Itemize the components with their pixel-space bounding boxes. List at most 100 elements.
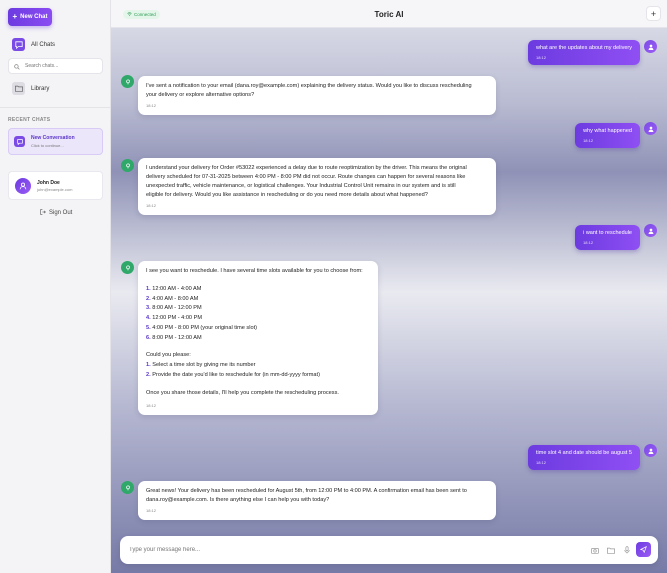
send-icon	[640, 546, 647, 553]
time-slot-option: 3. 8:00 AM - 12:00 PM	[146, 304, 370, 314]
message-time: 18:12	[535, 55, 546, 60]
slot-number: 6.	[146, 334, 151, 341]
message-time: 18:12	[535, 460, 546, 465]
slot-number: 1.	[146, 285, 151, 292]
instruction-step: 1. Select a time slot by giving me its n…	[146, 361, 370, 371]
message-text: what are the updates about my delivery	[535, 45, 632, 51]
user-email: john@example.com	[37, 186, 73, 192]
message-text: time slot 4 and date should be august 5	[535, 450, 632, 456]
recent-chats-heading: RECENT CHATS	[8, 117, 51, 123]
user-profile-card[interactable]: John Doe john@example.com	[8, 171, 103, 200]
user-avatar-icon	[644, 224, 657, 237]
chat-bubble-icon	[14, 136, 25, 147]
search-chats[interactable]	[8, 58, 103, 74]
message-outro: Once you share those details, I'll help …	[146, 389, 339, 396]
slot-number: 2.	[146, 295, 151, 302]
user-name: John Doe	[37, 179, 60, 186]
new-chat-header-button[interactable]: +	[646, 6, 661, 21]
user-message: i want to reschedule 18:12	[575, 225, 640, 250]
camera-icon[interactable]	[590, 545, 600, 555]
message-text: i want to reschedule	[583, 230, 632, 236]
chat-header: Connected Toric AI +	[111, 0, 667, 28]
instruction-step: 2. Provide the date you'd like to resche…	[146, 371, 370, 381]
step-text: Provide the date you'd like to reschedul…	[152, 372, 320, 379]
message-time: 18:12	[146, 102, 157, 108]
new-chat-button[interactable]: + New Chat	[8, 8, 52, 26]
user-message: what are the updates about my delivery 1…	[527, 40, 640, 65]
message-line: delivery scheduled for 07-31-2025 betwee…	[146, 173, 466, 180]
nav-library-label: Library	[31, 85, 50, 92]
user-message: why what happened 18:12	[575, 123, 640, 148]
message-composer	[120, 536, 658, 564]
folder-icon	[12, 82, 25, 95]
slot-text: 8:00 AM - 12:00 PM	[152, 305, 202, 312]
message-time: 18:12	[583, 240, 594, 245]
message-text: why what happened	[583, 128, 632, 134]
search-icon	[14, 57, 20, 75]
step-text: Select a time slot by giving me its numb…	[152, 362, 256, 369]
slot-text: 8:00 PM - 12:00 AM	[152, 334, 202, 341]
new-chat-label: New Chat	[20, 14, 48, 20]
sidebar: + New Chat All Chats Library RECENT CHAT…	[0, 0, 111, 573]
message-line: I understand your delivery for Order #53…	[146, 165, 467, 171]
bot-message: Great news! Your delivery has been resch…	[138, 481, 496, 521]
recent-chat-subtitle: Click to continue...	[31, 143, 64, 148]
message-line: dana.roy@example.com. Is there anything …	[146, 496, 330, 503]
chat-bubble-icon	[12, 38, 25, 51]
message-line: I've sent a notification to your email (…	[146, 83, 472, 89]
message-time: 18:12	[146, 402, 157, 408]
slot-text: 12:00 PM - 4:00 PM	[152, 315, 202, 322]
time-slot-option: 2. 4:00 AM - 8:00 AM	[146, 295, 370, 305]
recent-chat-item[interactable]: New Conversation Click to continue...	[8, 128, 103, 155]
bot-avatar-icon	[121, 481, 134, 494]
message-line: Great news! Your delivery has been resch…	[146, 488, 467, 494]
time-slot-option: 6. 8:00 PM - 12:00 AM	[146, 334, 370, 344]
message-time: 18:12	[146, 202, 157, 208]
bot-avatar-icon	[121, 159, 134, 172]
slot-number: 4.	[146, 315, 151, 322]
message-input[interactable]	[129, 547, 569, 553]
slot-number: 3.	[146, 305, 151, 312]
bot-message: I've sent a notification to your email (…	[138, 76, 496, 116]
nav-all-chats[interactable]: All Chats	[12, 38, 55, 51]
search-input[interactable]	[25, 63, 95, 69]
bot-avatar-icon	[121, 75, 134, 88]
message-intro: I see you want to reschedule. I have sev…	[146, 268, 363, 274]
chat-main: Connected Toric AI + what are the update…	[111, 0, 667, 573]
slot-text: 4:00 PM - 8:00 PM (your original time sl…	[152, 324, 257, 331]
message-time: 18:12	[583, 138, 594, 143]
step-number: 1.	[146, 362, 151, 369]
bot-avatar-icon	[121, 261, 134, 274]
plus-icon: +	[650, 8, 657, 19]
nav-all-chats-label: All Chats	[31, 41, 56, 48]
user-avatar-icon	[644, 40, 657, 53]
sign-out-label: Sign Out	[49, 210, 73, 216]
sign-out-icon	[40, 209, 46, 217]
page-title: Toric AI	[374, 10, 404, 19]
microphone-icon[interactable]	[622, 545, 632, 555]
message-line: your delivery or explore alternative opt…	[146, 91, 255, 98]
sign-out-button[interactable]: Sign Out	[40, 209, 72, 217]
recent-chat-title: New Conversation	[31, 135, 75, 141]
user-avatar-icon	[644, 444, 657, 457]
user-message: time slot 4 and date should be august 5 …	[527, 445, 640, 470]
folder-icon[interactable]	[606, 545, 616, 555]
sidebar-divider	[0, 107, 111, 108]
avatar	[15, 177, 31, 194]
nav-library[interactable]: Library	[12, 82, 49, 95]
slot-text: 4:00 AM - 8:00 AM	[152, 295, 199, 302]
time-slot-option: 4. 12:00 PM - 4:00 PM	[146, 314, 370, 324]
user-avatar-icon	[644, 122, 657, 135]
plus-icon: +	[12, 12, 18, 21]
bot-message: I see you want to reschedule. I have sev…	[138, 261, 378, 415]
slot-number: 5.	[146, 324, 151, 331]
message-line: unexpected traffic, vehicle maintenance,…	[146, 182, 456, 189]
time-slot-option: 5. 4:00 PM - 8:00 PM (your original time…	[146, 324, 370, 334]
time-slot-option: 1. 12:00 AM - 4:00 AM	[146, 285, 370, 295]
step-number: 2.	[146, 372, 151, 379]
bot-message: I understand your delivery for Order #53…	[138, 158, 496, 216]
slot-text: 12:00 AM - 4:00 AM	[152, 285, 202, 292]
message-please: Could you please:	[146, 352, 191, 359]
message-line: eligible for delivery. Would you like as…	[146, 191, 428, 198]
send-button[interactable]	[636, 542, 651, 557]
